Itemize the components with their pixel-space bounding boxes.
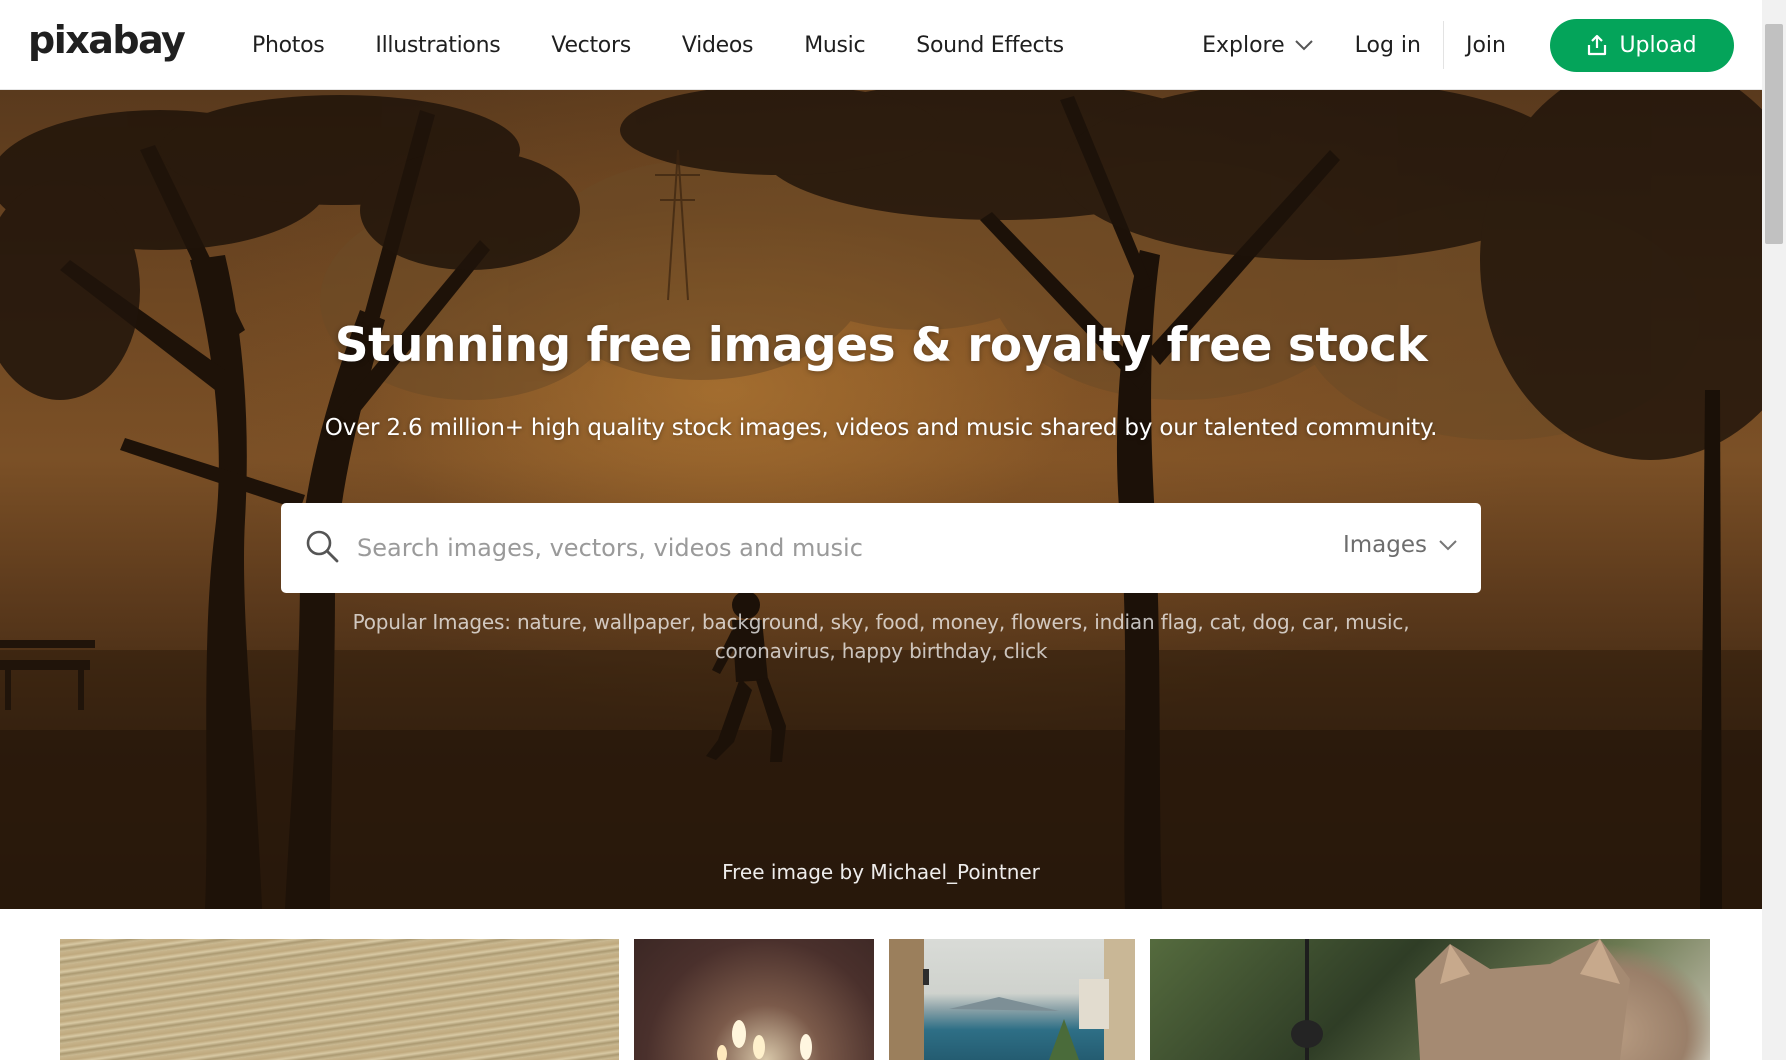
popular-tag-food[interactable]: food: [876, 610, 920, 634]
hero-background-image: [0, 90, 1762, 909]
candle-flames-image: [717, 1020, 812, 1060]
search-input[interactable]: [357, 523, 1257, 573]
gallery-image-cat[interactable]: [1150, 939, 1710, 1060]
nav-vectors[interactable]: Vectors: [539, 33, 642, 58]
upload-icon: [1588, 34, 1607, 56]
page: pixabay Photos Illustrations Vectors Vid…: [0, 0, 1786, 1060]
popular-prefix: Popular Images:: [352, 610, 511, 634]
scrollbar-thumb[interactable]: [1765, 24, 1783, 244]
gallery-image-water[interactable]: [60, 939, 619, 1060]
top-header: pixabay Photos Illustrations Vectors Vid…: [0, 0, 1762, 90]
image-credit[interactable]: Free image by Michael_Pointner: [0, 860, 1762, 884]
popular-tag-flowers[interactable]: flowers: [1011, 610, 1082, 634]
account-nav: Explore Log in Join Upload: [1202, 0, 1762, 90]
popular-tag-click[interactable]: click: [1004, 639, 1048, 663]
seaside-street-image: [889, 939, 1135, 1060]
login-link[interactable]: Log in: [1355, 33, 1421, 58]
nav-photos[interactable]: Photos: [240, 33, 336, 58]
pixabay-logo[interactable]: pixabay: [28, 18, 186, 62]
popular-tags: Popular Images: nature, wallpaper, backg…: [352, 610, 1410, 663]
popular-tag-cat[interactable]: cat: [1210, 610, 1241, 634]
popular-tag-money[interactable]: money: [931, 610, 999, 634]
nav-divider: [1442, 21, 1444, 69]
popular-tag-sky[interactable]: sky: [831, 610, 864, 634]
search-type-label: Images: [1342, 532, 1427, 558]
join-link[interactable]: Join: [1466, 33, 1506, 58]
explore-menu[interactable]: Explore: [1202, 33, 1313, 58]
upload-button[interactable]: Upload: [1550, 18, 1734, 72]
gallery-image-candles[interactable]: [634, 939, 874, 1060]
popular-tag-indian-flag[interactable]: indian flag: [1094, 610, 1197, 634]
popular-tag-car[interactable]: car: [1302, 610, 1333, 634]
search-icon[interactable]: [305, 529, 339, 563]
chevron-down-icon: [1294, 40, 1313, 51]
search-bar: Images: [281, 503, 1481, 593]
popular-tag-happy-birthday[interactable]: happy birthday: [842, 639, 992, 663]
popular-tag-nature[interactable]: nature: [517, 610, 582, 634]
main-nav: Photos Illustrations Vectors Videos Musi…: [240, 0, 1103, 90]
cat-image: [1291, 939, 1630, 1060]
explore-label: Explore: [1202, 32, 1285, 58]
hero-section: Stunning free images & royalty free stoc…: [0, 90, 1762, 909]
popular-tag-coronavirus[interactable]: coronavirus: [715, 639, 830, 663]
upload-label: Upload: [1619, 32, 1697, 58]
popular-tag-background[interactable]: background: [702, 610, 818, 634]
search-type-dropdown[interactable]: Images: [1343, 532, 1457, 558]
hero-subtitle: Over 2.6 million+ high quality stock ima…: [324, 415, 1438, 441]
hero-title: Stunning free images & royalty free stoc…: [334, 318, 1428, 373]
chevron-down-icon: [1439, 540, 1457, 551]
nav-illustrations[interactable]: Illustrations: [363, 33, 512, 58]
nav-videos[interactable]: Videos: [670, 33, 765, 58]
nav-music[interactable]: Music: [792, 33, 877, 58]
popular-tag-wallpaper[interactable]: wallpaper: [594, 610, 690, 634]
image-gallery: [0, 909, 1762, 1060]
gallery-image-seaside-street[interactable]: [889, 939, 1135, 1060]
popular-tag-dog[interactable]: dog: [1253, 610, 1290, 634]
page-scrollbar[interactable]: [1762, 0, 1786, 1060]
nav-sound-effects[interactable]: Sound Effects: [904, 33, 1075, 58]
popular-tag-music[interactable]: music: [1345, 610, 1403, 634]
